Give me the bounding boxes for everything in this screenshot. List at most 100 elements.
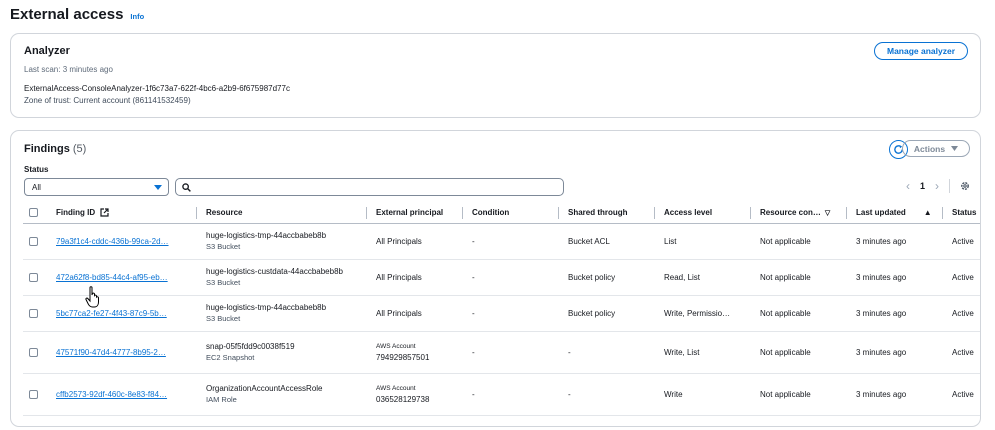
last-scan-text: Last scan: 3 minutes ago — [24, 65, 113, 74]
resource-name: huge-logistics-tmp-44accbabeb8b — [206, 231, 327, 240]
finding-id-link[interactable]: cffb2573-92df-460c-8e83-f84… — [56, 390, 167, 399]
resource-name: huge-logistics-tmp-44accbabeb8b — [206, 303, 327, 312]
resource-type: S3 Bucket — [206, 242, 241, 251]
search-icon — [182, 182, 191, 192]
status-filter-select[interactable]: All — [24, 178, 169, 196]
shared-through-cell: Bucket policy — [559, 259, 655, 296]
resource-type: S3 Bucket — [206, 314, 241, 323]
col-last-updated[interactable]: Last updated ▲ — [847, 203, 943, 224]
previous-page-icon[interactable]: ‹ — [906, 179, 910, 193]
next-page-icon[interactable]: › — [935, 179, 939, 193]
row-checkbox[interactable] — [29, 272, 38, 282]
col-condition[interactable]: Condition — [463, 203, 559, 224]
status-cell: Active — [943, 295, 980, 332]
condition-cell: - — [463, 259, 559, 296]
principal-value: 036528129738 — [376, 394, 430, 404]
last-updated-cell: 3 minutes ago — [847, 223, 943, 260]
external-link-icon — [100, 208, 109, 218]
finding-id-cell: 47571f90-47d4-4777-8b95-2… — [47, 331, 197, 374]
page-header: External access Info — [10, 6, 144, 23]
col-finding-id[interactable]: Finding ID — [47, 203, 197, 224]
table-row: 472a62f8-bd85-44c4-af95-eb… huge-logistic… — [23, 259, 980, 296]
col-last-updated-label: Last updated — [856, 208, 906, 218]
manage-analyzer-button[interactable]: Manage analyzer — [874, 42, 968, 60]
resource-cell: huge-logistics-custdata-44accbabeb8b S3 B… — [197, 259, 367, 296]
last-updated-cell: 3 minutes ago — [847, 373, 943, 416]
principal-value: All Principals — [376, 236, 422, 246]
row-select-cell — [23, 223, 47, 260]
findings-count: (5) — [72, 143, 87, 155]
resource-control-cell: Not applicable — [751, 373, 847, 416]
col-status-label: Status — [952, 208, 977, 218]
access-level-cell: List — [655, 223, 751, 260]
sort-caret-icon: ▽ — [824, 210, 831, 218]
info-link[interactable]: Info — [130, 12, 144, 21]
principal-cell: AWS Account 036528129738 — [367, 373, 463, 416]
col-finding-id-label: Finding ID — [56, 208, 96, 218]
resource-cell: snap-05f5fdd9c0038f519 EC2 Snapshot — [197, 331, 367, 374]
finding-id-link[interactable]: 5bc77ca2-fe27-4f43-87c9-5b… — [56, 309, 167, 318]
status-cell: Active — [943, 331, 980, 374]
col-access-level[interactable]: Access level — [655, 203, 751, 224]
caret-down-icon — [951, 146, 959, 151]
principal-value: All Principals — [376, 308, 422, 318]
principal-cell: All Principals — [367, 295, 463, 332]
finding-id-cell: cffb2573-92df-460c-8e83-f84… — [47, 373, 197, 416]
last-updated-cell: 3 minutes ago — [847, 259, 943, 296]
pager-divider — [949, 179, 950, 193]
access-level-cell: Write — [655, 373, 751, 416]
col-shared-through-label: Shared through — [568, 208, 628, 218]
condition-cell: - — [463, 373, 559, 416]
shared-through-cell: Bucket ACL — [559, 223, 655, 260]
col-resource[interactable]: Resource — [197, 203, 367, 224]
status-filter-label: Status — [24, 165, 49, 174]
status-cell: Active — [943, 259, 980, 296]
mouse-hand-cursor-icon — [85, 286, 99, 308]
analyzer-name: ExternalAccess-ConsoleAnalyzer-1f6c73a7-… — [24, 84, 290, 93]
col-external-principal[interactable]: External principal — [367, 203, 463, 224]
condition-cell: - — [463, 295, 559, 332]
col-resource-control[interactable]: Resource con… ▽ — [751, 203, 847, 224]
resource-name: OrganizationAccountAccessRole — [206, 384, 323, 393]
finding-id-cell: 472a62f8-bd85-44c4-af95-eb… — [47, 259, 197, 296]
last-updated-cell: 3 minutes ago — [847, 331, 943, 374]
condition-cell: - — [463, 331, 559, 374]
principal-type: AWS Account — [376, 342, 416, 350]
settings-gear-icon[interactable] — [960, 181, 970, 191]
row-checkbox[interactable] — [29, 389, 38, 399]
page-title: External access — [10, 6, 124, 23]
row-checkbox[interactable] — [29, 347, 38, 357]
resource-cell: OrganizationAccountAccessRole IAM Role — [197, 373, 367, 416]
finding-id-link[interactable]: 47571f90-47d4-4777-8b95-2… — [56, 348, 166, 357]
col-condition-label: Condition — [472, 208, 510, 218]
search-input[interactable] — [175, 178, 564, 196]
resource-cell: huge-logistics-tmp-44accbabeb8b S3 Bucket — [197, 223, 367, 260]
analyzer-title: Analyzer — [24, 45, 70, 57]
findings-title-label: Findings — [24, 143, 70, 155]
principal-cell: All Principals — [367, 259, 463, 296]
principal-cell: All Principals — [367, 223, 463, 260]
row-select-cell — [23, 259, 47, 296]
col-principal-label: External principal — [376, 208, 444, 218]
finding-id-link[interactable]: 79a3f1c4-cddc-436b-99ca-2d… — [56, 237, 169, 246]
zone-of-trust: Zone of trust: Current account (86114153… — [24, 96, 191, 105]
findings-title: Findings (5) — [24, 143, 86, 155]
select-all-checkbox[interactable] — [29, 208, 38, 218]
col-shared-through[interactable]: Shared through — [559, 203, 655, 224]
col-status[interactable]: Status — [943, 203, 980, 224]
findings-table: Finding ID Resource External principal C… — [23, 203, 980, 416]
resource-control-cell: Not applicable — [751, 331, 847, 374]
finding-id-link[interactable]: 472a62f8-bd85-44c4-af95-eb… — [56, 273, 168, 282]
shared-through-cell: - — [559, 373, 655, 416]
row-checkbox[interactable] — [29, 236, 38, 246]
condition-cell: - — [463, 223, 559, 260]
page-number[interactable]: 1 — [920, 181, 925, 191]
findings-card: Findings (5) Actions Status All ‹ 1 › Fi… — [10, 130, 981, 427]
resource-control-cell: Not applicable — [751, 295, 847, 332]
row-checkbox[interactable] — [29, 308, 38, 318]
principal-value: 794929857501 — [376, 352, 430, 362]
pagination: ‹ 1 › — [906, 179, 970, 193]
status-filter-value: All — [32, 182, 41, 192]
access-level-cell: Write, List — [655, 331, 751, 374]
actions-dropdown-button[interactable]: Actions — [902, 140, 970, 157]
